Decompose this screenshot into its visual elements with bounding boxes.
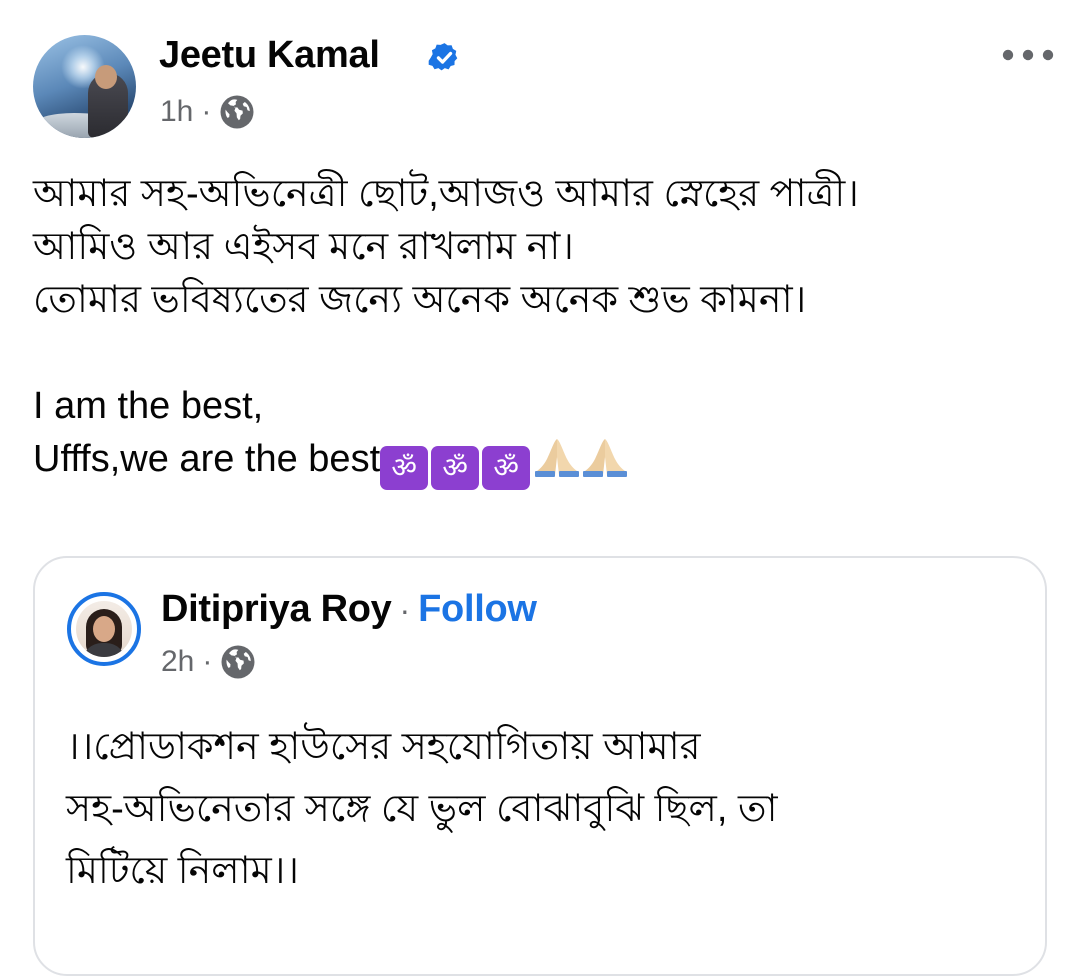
shared-author-avatar[interactable] — [67, 592, 141, 666]
meta-separator: · — [201, 95, 212, 128]
post-text-line-emoji: Ufffs,we are the best ॐ ॐ ॐ — [33, 433, 1063, 490]
om-emoji-icon: ॐ — [431, 446, 480, 490]
globe-icon[interactable] — [220, 644, 256, 680]
shared-text-line: মিটিয়ে নিলাম।। — [66, 850, 299, 892]
folded-hands-emoji-icon — [535, 439, 580, 477]
post-header: Jeetu Kamal 1h · — [0, 0, 1080, 150]
shared-post-card[interactable]: Ditipriya Roy · Follow 2h · ।।প্রোডাকশন … — [33, 556, 1047, 976]
post-meta: 1h · — [160, 94, 255, 130]
author-avatar[interactable] — [33, 35, 136, 138]
post-text-english: Ufffs,we are the best — [33, 438, 381, 480]
post-text-line: আমার সহ-অভিনেত্রী ছোট,আজও আমার স্নেহের প… — [33, 173, 859, 215]
shared-text-line: ।।প্রোডাকশন হাউসের সহযোগিতায় আমার — [66, 726, 701, 768]
shared-text-line: সহ-অভিনেতার সঙ্গে যে ভুল বোঝাবুঝি ছিল, ত… — [66, 788, 778, 830]
more-options-icon[interactable] — [1000, 44, 1056, 66]
shared-meta: 2h · — [161, 644, 256, 680]
author-name[interactable]: Jeetu Kamal — [159, 34, 380, 77]
shared-time[interactable]: 2h — [161, 645, 194, 679]
shared-header: Ditipriya Roy · Follow — [161, 588, 537, 631]
shared-separator: · — [399, 592, 411, 628]
shared-post-body: ।।প্রোডাকশন হাউসের সহযোগিতায় আমার সহ-অভ… — [66, 716, 1026, 902]
om-emoji-icon: ॐ — [482, 446, 531, 490]
folded-hands-emoji-icon — [583, 439, 628, 477]
om-emoji-icon: ॐ — [380, 446, 429, 490]
post-time[interactable]: 1h — [160, 95, 193, 129]
post-text-line: I am the best, — [33, 385, 264, 427]
post-text-line: আমিও আর এইসব মনে রাখলাম না। — [33, 226, 574, 268]
post-text-line: তোমার ভবিষ্যতের জন্যে অনেক অনেক শুভ কামন… — [33, 279, 807, 321]
verified-badge-icon — [428, 43, 458, 71]
post-body: আমার সহ-অভিনেত্রী ছোট,আজও আমার স্নেহের প… — [33, 168, 1063, 490]
shared-meta-separator: · — [202, 645, 213, 678]
follow-button[interactable]: Follow — [418, 588, 537, 631]
shared-author-name[interactable]: Ditipriya Roy — [161, 588, 392, 631]
globe-icon[interactable] — [219, 94, 255, 130]
